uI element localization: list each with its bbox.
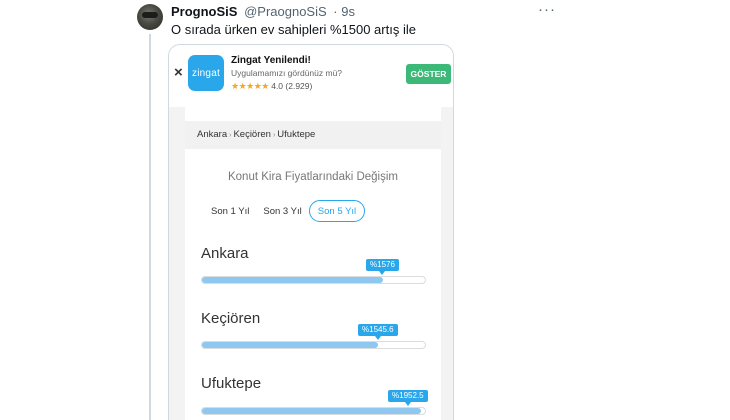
zingat-app-icon: zingat xyxy=(188,55,224,91)
thread-line xyxy=(149,34,151,420)
location-name-kecioren: Keçiören xyxy=(201,310,261,327)
app-title: Zingat Yenilendi! xyxy=(231,55,311,66)
bar-fill xyxy=(202,342,378,348)
change-badge: %1545.6 xyxy=(358,324,398,340)
content-card xyxy=(185,107,441,420)
tab-3-year[interactable]: Son 3 Yıl xyxy=(256,200,308,222)
breadcrumb-item-ufuktepe[interactable]: Ufuktepe xyxy=(277,129,315,140)
location-name-ankara: Ankara xyxy=(201,245,249,262)
tweet-media-image[interactable]: × zingat Zingat Yenilendi! Uygulamamızı … xyxy=(168,44,454,420)
bar-fill xyxy=(202,277,383,283)
app-rating: ★★★★★ 4.0 (2.929) xyxy=(231,81,312,92)
change-badge: %1952.5 xyxy=(388,390,428,406)
app-banner: × zingat Zingat Yenilendi! Uygulamamızı … xyxy=(169,45,453,107)
change-bar-ankara: %1576 xyxy=(201,259,426,284)
breadcrumb-separator-icon: › xyxy=(272,132,276,139)
breadcrumb-separator-icon: › xyxy=(229,132,232,139)
change-badge: %1576 xyxy=(366,259,399,275)
breadcrumb: Ankara › Keçiören › Ufuktepe xyxy=(185,121,441,149)
section-title: Konut Kira Fiyatlarındaki Değişim xyxy=(227,171,398,183)
breadcrumb-item-kecioren[interactable]: Keçiören xyxy=(233,129,271,140)
tweet-header: PrognoSiS @PraognoSiS · 9s xyxy=(171,4,355,20)
author-handle[interactable]: @PraognoSiS xyxy=(244,4,327,19)
app-subtitle: Uygulamamızı gördünüz mü? xyxy=(231,68,343,78)
avatar[interactable] xyxy=(137,4,163,30)
change-bar-ufuktepe: %1952.5 xyxy=(201,390,428,415)
tweet-text: O sırada ürken ev sahipleri %1500 artış … xyxy=(171,22,416,37)
show-button[interactable]: GÖSTER xyxy=(406,64,451,84)
breadcrumb-item-ankara[interactable]: Ankara xyxy=(197,129,227,140)
tab-1-year[interactable]: Son 1 Yıl xyxy=(204,200,256,222)
change-bar-kecioren: %1545.6 xyxy=(201,324,426,349)
author-name[interactable]: PrognoSiS xyxy=(171,4,237,19)
location-name-ufuktepe: Ufuktepe xyxy=(201,375,262,392)
more-icon[interactable]: ··· xyxy=(538,2,556,18)
close-icon[interactable]: × xyxy=(174,65,183,81)
period-tabs: Son 1 Yıl Son 3 Yıl Son 5 Yıl xyxy=(204,200,366,222)
tweet-time[interactable]: · 9s xyxy=(333,4,355,19)
bar-fill xyxy=(202,408,421,414)
star-rating-icon: ★★★★★ xyxy=(231,81,269,91)
page-content: Ankara › Keçiören › Ufuktepe xyxy=(169,107,453,420)
tab-5-year[interactable]: Son 5 Yıl xyxy=(308,200,366,222)
rating-value: 4.0 (2.929) xyxy=(271,81,313,91)
